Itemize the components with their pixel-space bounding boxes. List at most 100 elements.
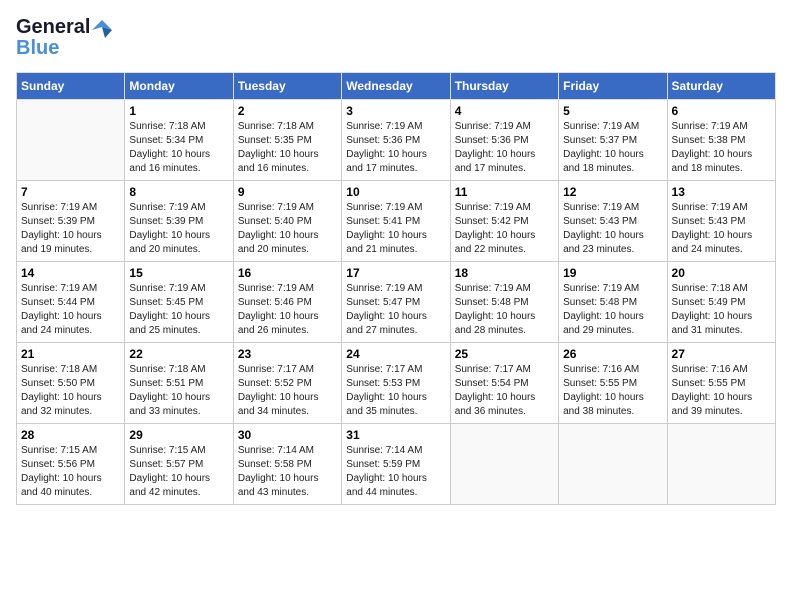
- day-number: 12: [563, 185, 662, 199]
- calendar-cell: 19Sunrise: 7:19 AM Sunset: 5:48 PM Dayli…: [559, 262, 667, 343]
- day-info: Sunrise: 7:19 AM Sunset: 5:43 PM Dayligh…: [672, 201, 771, 257]
- day-info: Sunrise: 7:17 AM Sunset: 5:54 PM Dayligh…: [455, 363, 554, 419]
- day-number: 3: [346, 104, 445, 118]
- day-number: 27: [672, 347, 771, 361]
- day-info: Sunrise: 7:17 AM Sunset: 5:53 PM Dayligh…: [346, 363, 445, 419]
- calendar-week-row: 7Sunrise: 7:19 AM Sunset: 5:39 PM Daylig…: [17, 181, 776, 262]
- day-number: 17: [346, 266, 445, 280]
- column-header-tuesday: Tuesday: [233, 73, 341, 100]
- column-header-monday: Monday: [125, 73, 233, 100]
- day-number: 11: [455, 185, 554, 199]
- calendar-cell: 6 Sunrise: 7:19 AM Sunset: 5:38 PM Daylig…: [667, 100, 775, 181]
- day-info: Sunrise: 7:19 AM Sunset: 5:40 PM Dayligh…: [238, 201, 337, 257]
- calendar-week-row: 28 Sunrise: 7:15 AM Sunset: 5:56 PM Dayli…: [17, 424, 776, 505]
- calendar-cell: [559, 424, 667, 505]
- day-number: 13: [672, 185, 771, 199]
- calendar-cell: 18Sunrise: 7:19 AM Sunset: 5:48 PM Dayli…: [450, 262, 558, 343]
- calendar-cell: 12 Sunrise: 7:19 AM Sunset: 5:43 PM Dayli…: [559, 181, 667, 262]
- day-info: Sunrise: 7:16 AM Sunset: 5:55 PM Dayligh…: [563, 363, 662, 419]
- day-number: 10: [346, 185, 445, 199]
- calendar-cell: [667, 424, 775, 505]
- day-number: 5: [563, 104, 662, 118]
- calendar-cell: 17 Sunrise: 7:19 AM Sunset: 5:47 PM Dayli…: [342, 262, 450, 343]
- day-info: Sunrise: 7:19 AM Sunset: 5:37 PM Dayligh…: [563, 120, 662, 176]
- day-number: 20: [672, 266, 771, 280]
- calendar-cell: 1 Sunrise: 7:18 AM Sunset: 5:34 PM Daylig…: [125, 100, 233, 181]
- day-info: Sunrise: 7:19 AM Sunset: 5:38 PM Dayligh…: [672, 120, 771, 176]
- calendar-cell: 9Sunrise: 7:19 AM Sunset: 5:40 PM Daylig…: [233, 181, 341, 262]
- day-info: Sunrise: 7:19 AM Sunset: 5:36 PM Dayligh…: [346, 120, 445, 176]
- day-number: 8: [129, 185, 228, 199]
- day-info: Sunrise: 7:18 AM Sunset: 5:35 PM Dayligh…: [238, 120, 337, 176]
- day-info: Sunrise: 7:19 AM Sunset: 5:42 PM Dayligh…: [455, 201, 554, 257]
- day-info: Sunrise: 7:16 AM Sunset: 5:55 PM Dayligh…: [672, 363, 771, 419]
- calendar-cell: 8 Sunrise: 7:19 AM Sunset: 5:39 PM Daylig…: [125, 181, 233, 262]
- logo-general-text: General: [16, 16, 90, 39]
- calendar-cell: 13 Sunrise: 7:19 AM Sunset: 5:43 PM Dayli…: [667, 181, 775, 262]
- day-number: 15: [129, 266, 228, 280]
- day-info: Sunrise: 7:19 AM Sunset: 5:39 PM Dayligh…: [21, 201, 120, 257]
- day-info: Sunrise: 7:19 AM Sunset: 5:39 PM Dayligh…: [129, 201, 228, 257]
- calendar-cell: 27 Sunrise: 7:16 AM Sunset: 5:55 PM Dayli…: [667, 343, 775, 424]
- day-number: 16: [238, 266, 337, 280]
- logo: General Blue: [16, 16, 112, 60]
- day-number: 6: [672, 104, 771, 118]
- column-header-thursday: Thursday: [450, 73, 558, 100]
- day-number: 22: [129, 347, 228, 361]
- logo-blue-label: Blue: [16, 37, 59, 60]
- day-info: Sunrise: 7:15 AM Sunset: 5:57 PM Dayligh…: [129, 444, 228, 500]
- calendar-cell: 4 Sunrise: 7:19 AM Sunset: 5:36 PM Daylig…: [450, 100, 558, 181]
- day-number: 21: [21, 347, 120, 361]
- day-info: Sunrise: 7:19 AM Sunset: 5:48 PM Dayligh…: [455, 282, 554, 338]
- day-number: 14: [21, 266, 120, 280]
- day-info: Sunrise: 7:15 AM Sunset: 5:56 PM Dayligh…: [21, 444, 120, 500]
- day-number: 29: [129, 428, 228, 442]
- day-info: Sunrise: 7:19 AM Sunset: 5:43 PM Dayligh…: [563, 201, 662, 257]
- day-number: 4: [455, 104, 554, 118]
- calendar-cell: 5 Sunrise: 7:19 AM Sunset: 5:37 PM Daylig…: [559, 100, 667, 181]
- calendar-cell: 23Sunrise: 7:17 AM Sunset: 5:52 PM Dayli…: [233, 343, 341, 424]
- day-info: Sunrise: 7:18 AM Sunset: 5:34 PM Dayligh…: [129, 120, 228, 176]
- calendar-cell: 10 Sunrise: 7:19 AM Sunset: 5:41 PM Dayli…: [342, 181, 450, 262]
- calendar-cell: 28 Sunrise: 7:15 AM Sunset: 5:56 PM Dayli…: [17, 424, 125, 505]
- day-number: 28: [21, 428, 120, 442]
- day-number: 25: [455, 347, 554, 361]
- calendar-cell: [450, 424, 558, 505]
- calendar-week-row: 1 Sunrise: 7:18 AM Sunset: 5:34 PM Daylig…: [17, 100, 776, 181]
- calendar-cell: 31 Sunrise: 7:14 AM Sunset: 5:59 PM Dayli…: [342, 424, 450, 505]
- calendar-cell: 20 Sunrise: 7:18 AM Sunset: 5:49 PM Dayli…: [667, 262, 775, 343]
- calendar-header-row: SundayMondayTuesdayWednesdayThursdayFrid…: [17, 73, 776, 100]
- calendar-week-row: 21 Sunrise: 7:18 AM Sunset: 5:50 PM Dayli…: [17, 343, 776, 424]
- day-info: Sunrise: 7:18 AM Sunset: 5:50 PM Dayligh…: [21, 363, 120, 419]
- column-header-friday: Friday: [559, 73, 667, 100]
- day-number: 24: [346, 347, 445, 361]
- day-info: Sunrise: 7:19 AM Sunset: 5:45 PM Dayligh…: [129, 282, 228, 338]
- calendar-week-row: 14 Sunrise: 7:19 AM Sunset: 5:44 PM Dayli…: [17, 262, 776, 343]
- calendar-cell: 7Sunrise: 7:19 AM Sunset: 5:39 PM Daylig…: [17, 181, 125, 262]
- calendar-cell: 26 Sunrise: 7:16 AM Sunset: 5:55 PM Dayli…: [559, 343, 667, 424]
- calendar-cell: 21 Sunrise: 7:18 AM Sunset: 5:50 PM Dayli…: [17, 343, 125, 424]
- day-info: Sunrise: 7:19 AM Sunset: 5:44 PM Dayligh…: [21, 282, 120, 338]
- calendar-cell: 25 Sunrise: 7:17 AM Sunset: 5:54 PM Dayli…: [450, 343, 558, 424]
- day-info: Sunrise: 7:18 AM Sunset: 5:49 PM Dayligh…: [672, 282, 771, 338]
- day-info: Sunrise: 7:19 AM Sunset: 5:36 PM Dayligh…: [455, 120, 554, 176]
- day-info: Sunrise: 7:19 AM Sunset: 5:48 PM Dayligh…: [563, 282, 662, 338]
- day-info: Sunrise: 7:19 AM Sunset: 5:46 PM Dayligh…: [238, 282, 337, 338]
- day-info: Sunrise: 7:18 AM Sunset: 5:51 PM Dayligh…: [129, 363, 228, 419]
- calendar-cell: 24 Sunrise: 7:17 AM Sunset: 5:53 PM Dayli…: [342, 343, 450, 424]
- day-number: 30: [238, 428, 337, 442]
- column-header-sunday: Sunday: [17, 73, 125, 100]
- day-number: 26: [563, 347, 662, 361]
- day-info: Sunrise: 7:19 AM Sunset: 5:47 PM Dayligh…: [346, 282, 445, 338]
- day-number: 31: [346, 428, 445, 442]
- calendar-cell: 15 Sunrise: 7:19 AM Sunset: 5:45 PM Dayli…: [125, 262, 233, 343]
- day-number: 23: [238, 347, 337, 361]
- calendar-cell: 11 Sunrise: 7:19 AM Sunset: 5:42 PM Dayli…: [450, 181, 558, 262]
- calendar-cell: 22 Sunrise: 7:18 AM Sunset: 5:51 PM Dayli…: [125, 343, 233, 424]
- day-info: Sunrise: 7:19 AM Sunset: 5:41 PM Dayligh…: [346, 201, 445, 257]
- day-number: 1: [129, 104, 228, 118]
- day-number: 2: [238, 104, 337, 118]
- logo-wordmark: General: [16, 16, 112, 39]
- day-info: Sunrise: 7:14 AM Sunset: 5:59 PM Dayligh…: [346, 444, 445, 500]
- calendar-cell: 3 Sunrise: 7:19 AM Sunset: 5:36 PM Daylig…: [342, 100, 450, 181]
